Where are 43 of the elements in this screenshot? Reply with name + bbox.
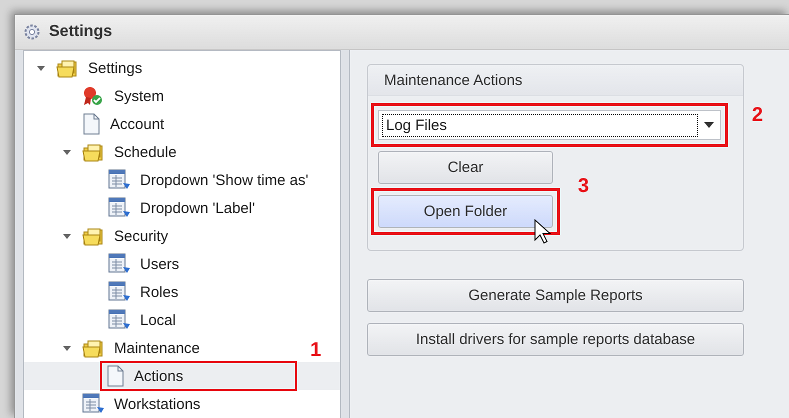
window-title: Settings: [49, 23, 112, 41]
tree-item[interactable]: Settings: [86, 58, 144, 78]
action-button[interactable]: Clear: [378, 151, 553, 184]
tree-item[interactable]: Maintenance: [112, 338, 202, 358]
tree-item[interactable]: Dropdown 'Label': [138, 198, 257, 218]
tree-item[interactable]: Workstations: [112, 394, 202, 414]
list-icon: [108, 197, 130, 219]
list-icon: [108, 253, 130, 275]
action-button[interactable]: Install drivers for sample reports database: [367, 323, 744, 356]
tree-item[interactable]: Users: [138, 254, 182, 274]
tree-item[interactable]: Roles: [138, 282, 180, 302]
group-title: Maintenance Actions: [384, 72, 522, 88]
tree-item[interactable]: System: [112, 86, 166, 106]
tree-item[interactable]: Local: [138, 310, 178, 330]
folder-icon: [82, 142, 104, 162]
dropdown-arrow-icon: [704, 122, 714, 128]
document-icon: [82, 113, 100, 135]
folder-icon: [56, 58, 78, 78]
tree-item[interactable]: Schedule: [112, 142, 179, 162]
mouse-cursor-icon: [534, 219, 552, 245]
tree-item[interactable]: Security: [112, 226, 170, 246]
callout-number: 3: [578, 175, 589, 198]
action-button[interactable]: Open Folder: [378, 195, 553, 228]
caret-icon[interactable]: [62, 343, 72, 353]
document-icon: [106, 365, 124, 387]
caret-icon[interactable]: [62, 231, 72, 241]
action-button[interactable]: Generate Sample Reports: [367, 279, 744, 312]
ribbon-check-icon: [82, 86, 104, 106]
list-icon: [108, 309, 130, 331]
caret-icon[interactable]: [36, 63, 46, 73]
folder-icon: [82, 226, 104, 246]
list-icon: [108, 169, 130, 191]
caret-icon[interactable]: [62, 147, 72, 157]
tree-item[interactable]: Account: [108, 114, 166, 134]
callout-number: 2: [752, 104, 763, 127]
folder-icon: [82, 338, 104, 358]
list-icon: [108, 281, 130, 303]
tree-item[interactable]: Actions: [132, 366, 186, 386]
list-icon: [82, 393, 104, 415]
callout-number: 1: [310, 339, 322, 362]
dropdown-field[interactable]: Log Files: [378, 110, 721, 140]
tree-item[interactable]: Dropdown 'Show time as': [138, 170, 310, 190]
gear-icon: [23, 23, 41, 41]
